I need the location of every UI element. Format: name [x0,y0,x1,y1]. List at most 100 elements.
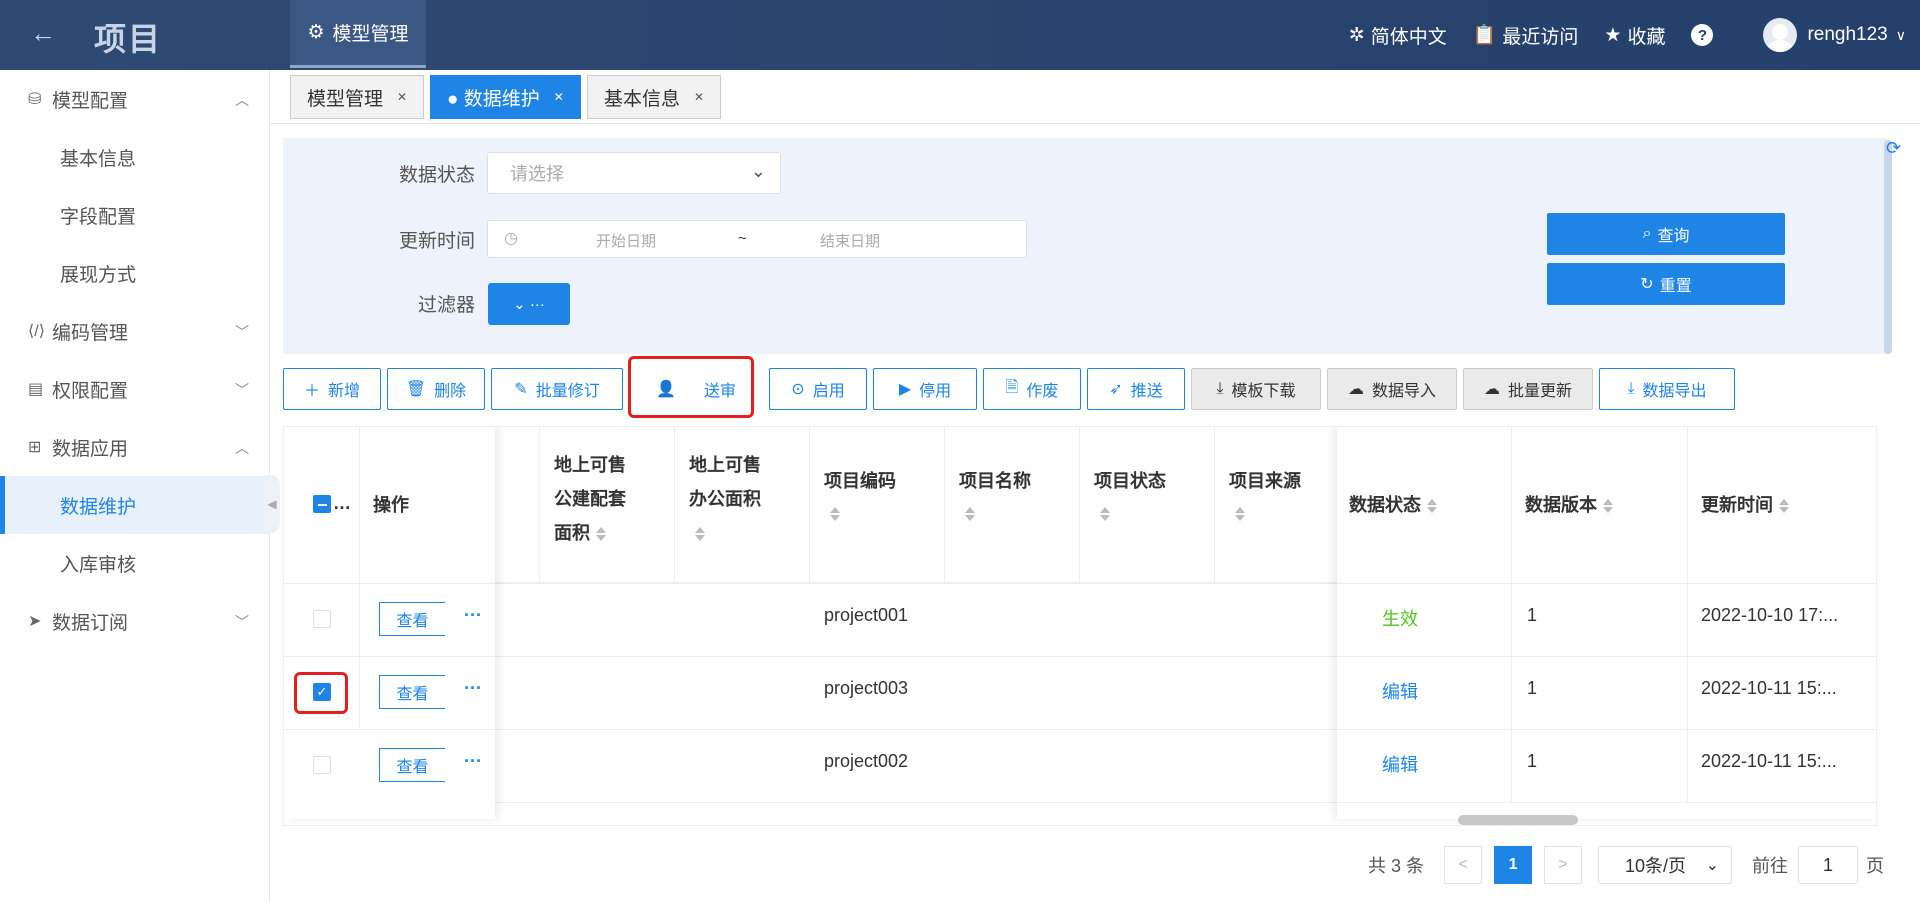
more-icon[interactable]: ··· [464,751,482,772]
void-button[interactable]: 🗎 作废 [983,368,1081,410]
filter-label: 过滤器 [417,295,475,316]
close-icon[interactable]: ✕ [397,90,407,104]
cell-data-status: 生效 [1382,609,1418,629]
more-icon[interactable]: ··· [464,605,482,626]
send-icon: ➤ [28,613,42,630]
status-select[interactable]: 请选择 ⌄ [487,152,781,194]
recent-visits[interactable]: 📋 最近访问 [1473,22,1579,49]
sort-icon[interactable] [1100,507,1110,522]
query-button[interactable]: ⌕ 查询 [1547,213,1785,255]
header-line [1229,499,1301,527]
sidebar-group-data-subscription[interactable]: ➤ 数据订阅 ﹀ [0,592,269,650]
sort-icon[interactable] [596,527,606,542]
header-action: 操作 [373,495,409,515]
more-icon[interactable]: ··· [464,678,482,699]
template-download-label: 模板下载 [1231,383,1296,400]
sidebar-group-data-apps[interactable]: ⊞ 数据应用 ︿ [0,418,269,476]
sort-icon[interactable] [1603,499,1613,514]
cell-updated-time: 2022-10-11 15:... [1701,678,1837,698]
sort-icon[interactable] [695,527,705,542]
sort-icon[interactable] [965,507,975,522]
avatar[interactable] [1763,18,1798,52]
sidebar-item-data-maintenance[interactable]: 数据维护 [0,476,269,534]
add-button[interactable]: ＋ 新增 [283,368,381,410]
prev-page-button[interactable]: < [1444,846,1483,884]
push-button[interactable]: ➶ 推送 [1087,368,1185,410]
sort-icon[interactable] [1427,499,1437,514]
sidebar-item-display-mode[interactable]: 展现方式 [0,244,269,302]
header-line: 公建配套 [554,489,626,509]
sidebar-group-code-management[interactable]: ⟨/⟩ 编码管理 ﹀ [0,302,269,360]
sidebar-collapse-handle[interactable]: ◀ [264,475,280,533]
pagination: 共 3 条 < 1 > 10条/页 ⌄ 前往 1 页 [1368,845,1884,885]
filter-panel: 数据状态 请选择 ⌄ 更新时间 ◷ 开始日期 ~ 结束日期 过滤器 ⌄ ··· … [283,138,1887,354]
sidebar: ⛁ 模型配置 ︿ 基本信息 字段配置 展现方式 ⟨/⟩ 编码管理 ﹀ ▤ 权限配置 ﹀ ⊞ 数… [0,70,270,902]
range-separator: ~ [738,230,747,247]
end-date-input[interactable]: 结束日期 [820,230,880,251]
sort-icon[interactable] [830,507,840,522]
pen-icon: ✎ [514,381,528,398]
chevron-down-icon: ﹀ [235,324,249,340]
reset-button[interactable]: ↻ 重置 [1547,263,1785,305]
refresh-icon: ↻ [1640,276,1654,293]
clipboard-icon: 📋 [1472,25,1497,46]
chevron-down-icon[interactable]: ∨ [1896,27,1906,44]
tab-basic-info[interactable]: 基本信息 ✕ [587,75,722,119]
sidebar-item-field-config[interactable]: 字段配置 [0,186,269,244]
template-download-button[interactable]: ⤓ 模板下载 [1191,368,1321,410]
sort-icon[interactable] [1235,507,1245,522]
goto-page-input[interactable]: 1 [1798,846,1859,884]
favorites[interactable]: ★ 收藏 [1604,22,1665,49]
cell-data-status: 编辑 [1382,755,1418,775]
select-all-checkbox[interactable] [313,495,331,513]
filter-dropdown-button[interactable]: ⌄ ··· [488,283,570,325]
header-project-source: 项目来源 [1229,467,1301,527]
sidebar-group-permission[interactable]: ▤ 权限配置 ﹀ [0,360,269,418]
cloud-upload-icon: ☁ [1347,381,1364,398]
username[interactable]: rengh123 [1807,24,1887,46]
sidebar-item-basic-info[interactable]: 基本信息 [0,128,269,186]
header-text: 更新时间 [1701,495,1773,515]
tab-data-maintenance[interactable]: ● 数据维护 ✕ [430,75,581,119]
language-switch[interactable]: ✲ 简体中文 [1349,22,1447,49]
view-button[interactable]: 查看 [379,675,445,709]
batch-update-button[interactable]: ☁ 批量更新 [1463,368,1593,410]
data-export-button[interactable]: ⤓ 数据导出 [1599,368,1735,410]
sync-icon[interactable]: ⟳ [1886,138,1901,159]
close-icon[interactable]: ✕ [554,90,564,104]
start-date-input[interactable]: 开始日期 [596,230,656,251]
date-range-picker[interactable]: ◷ 开始日期 ~ 结束日期 [487,220,1027,258]
filter-scrollbar[interactable] [1884,140,1892,354]
play-icon: ▶ [898,381,912,398]
disable-button[interactable]: ▶ 停用 [873,368,977,410]
enable-button[interactable]: ⊙ 启用 [769,368,867,410]
close-icon[interactable]: ✕ [694,90,704,104]
arrow-left-icon[interactable]: ← [30,18,56,49]
delete-button[interactable]: 🗑 删除 [387,368,485,410]
sort-icon[interactable] [1779,499,1789,514]
delete-label: 删除 [434,383,467,400]
clock-icon: ◷ [504,230,518,247]
batch-revise-button[interactable]: ✎ 批量修订 [491,368,623,410]
data-import-button[interactable]: ☁ 数据导入 [1327,368,1457,410]
help-icon[interactable]: ? [1691,24,1714,46]
push-label: 推送 [1130,383,1163,400]
tab-model-management[interactable]: 模型管理 ✕ [290,75,425,119]
chevron-down-icon: ⌄ [750,161,766,181]
row-checkbox[interactable] [313,610,331,628]
sidebar-group-model-config[interactable]: ⛁ 模型配置 ︿ [0,70,269,128]
view-button[interactable]: 查看 [379,748,445,782]
cell-data-version: 1 [1527,678,1538,698]
page-size-select[interactable]: 10条/页 ⌄ [1598,846,1733,884]
status-label: 数据状态 [398,165,475,186]
next-page-button[interactable]: > [1544,846,1583,884]
page-1-button[interactable]: 1 [1494,846,1533,884]
row-checkbox[interactable] [313,756,331,774]
view-button[interactable]: 查看 [379,602,445,636]
top-menu-model-management[interactable]: ⚙ 模型管理 [290,0,426,68]
header-data-status: 数据状态 [1349,491,1437,519]
sidebar-item-storage-review[interactable]: 入库审核 [0,534,269,592]
table-horizontal-scrollbar[interactable] [1458,815,1578,825]
void-label: 作废 [1026,383,1059,400]
sidebar-group-label: 数据订阅 [52,612,129,634]
